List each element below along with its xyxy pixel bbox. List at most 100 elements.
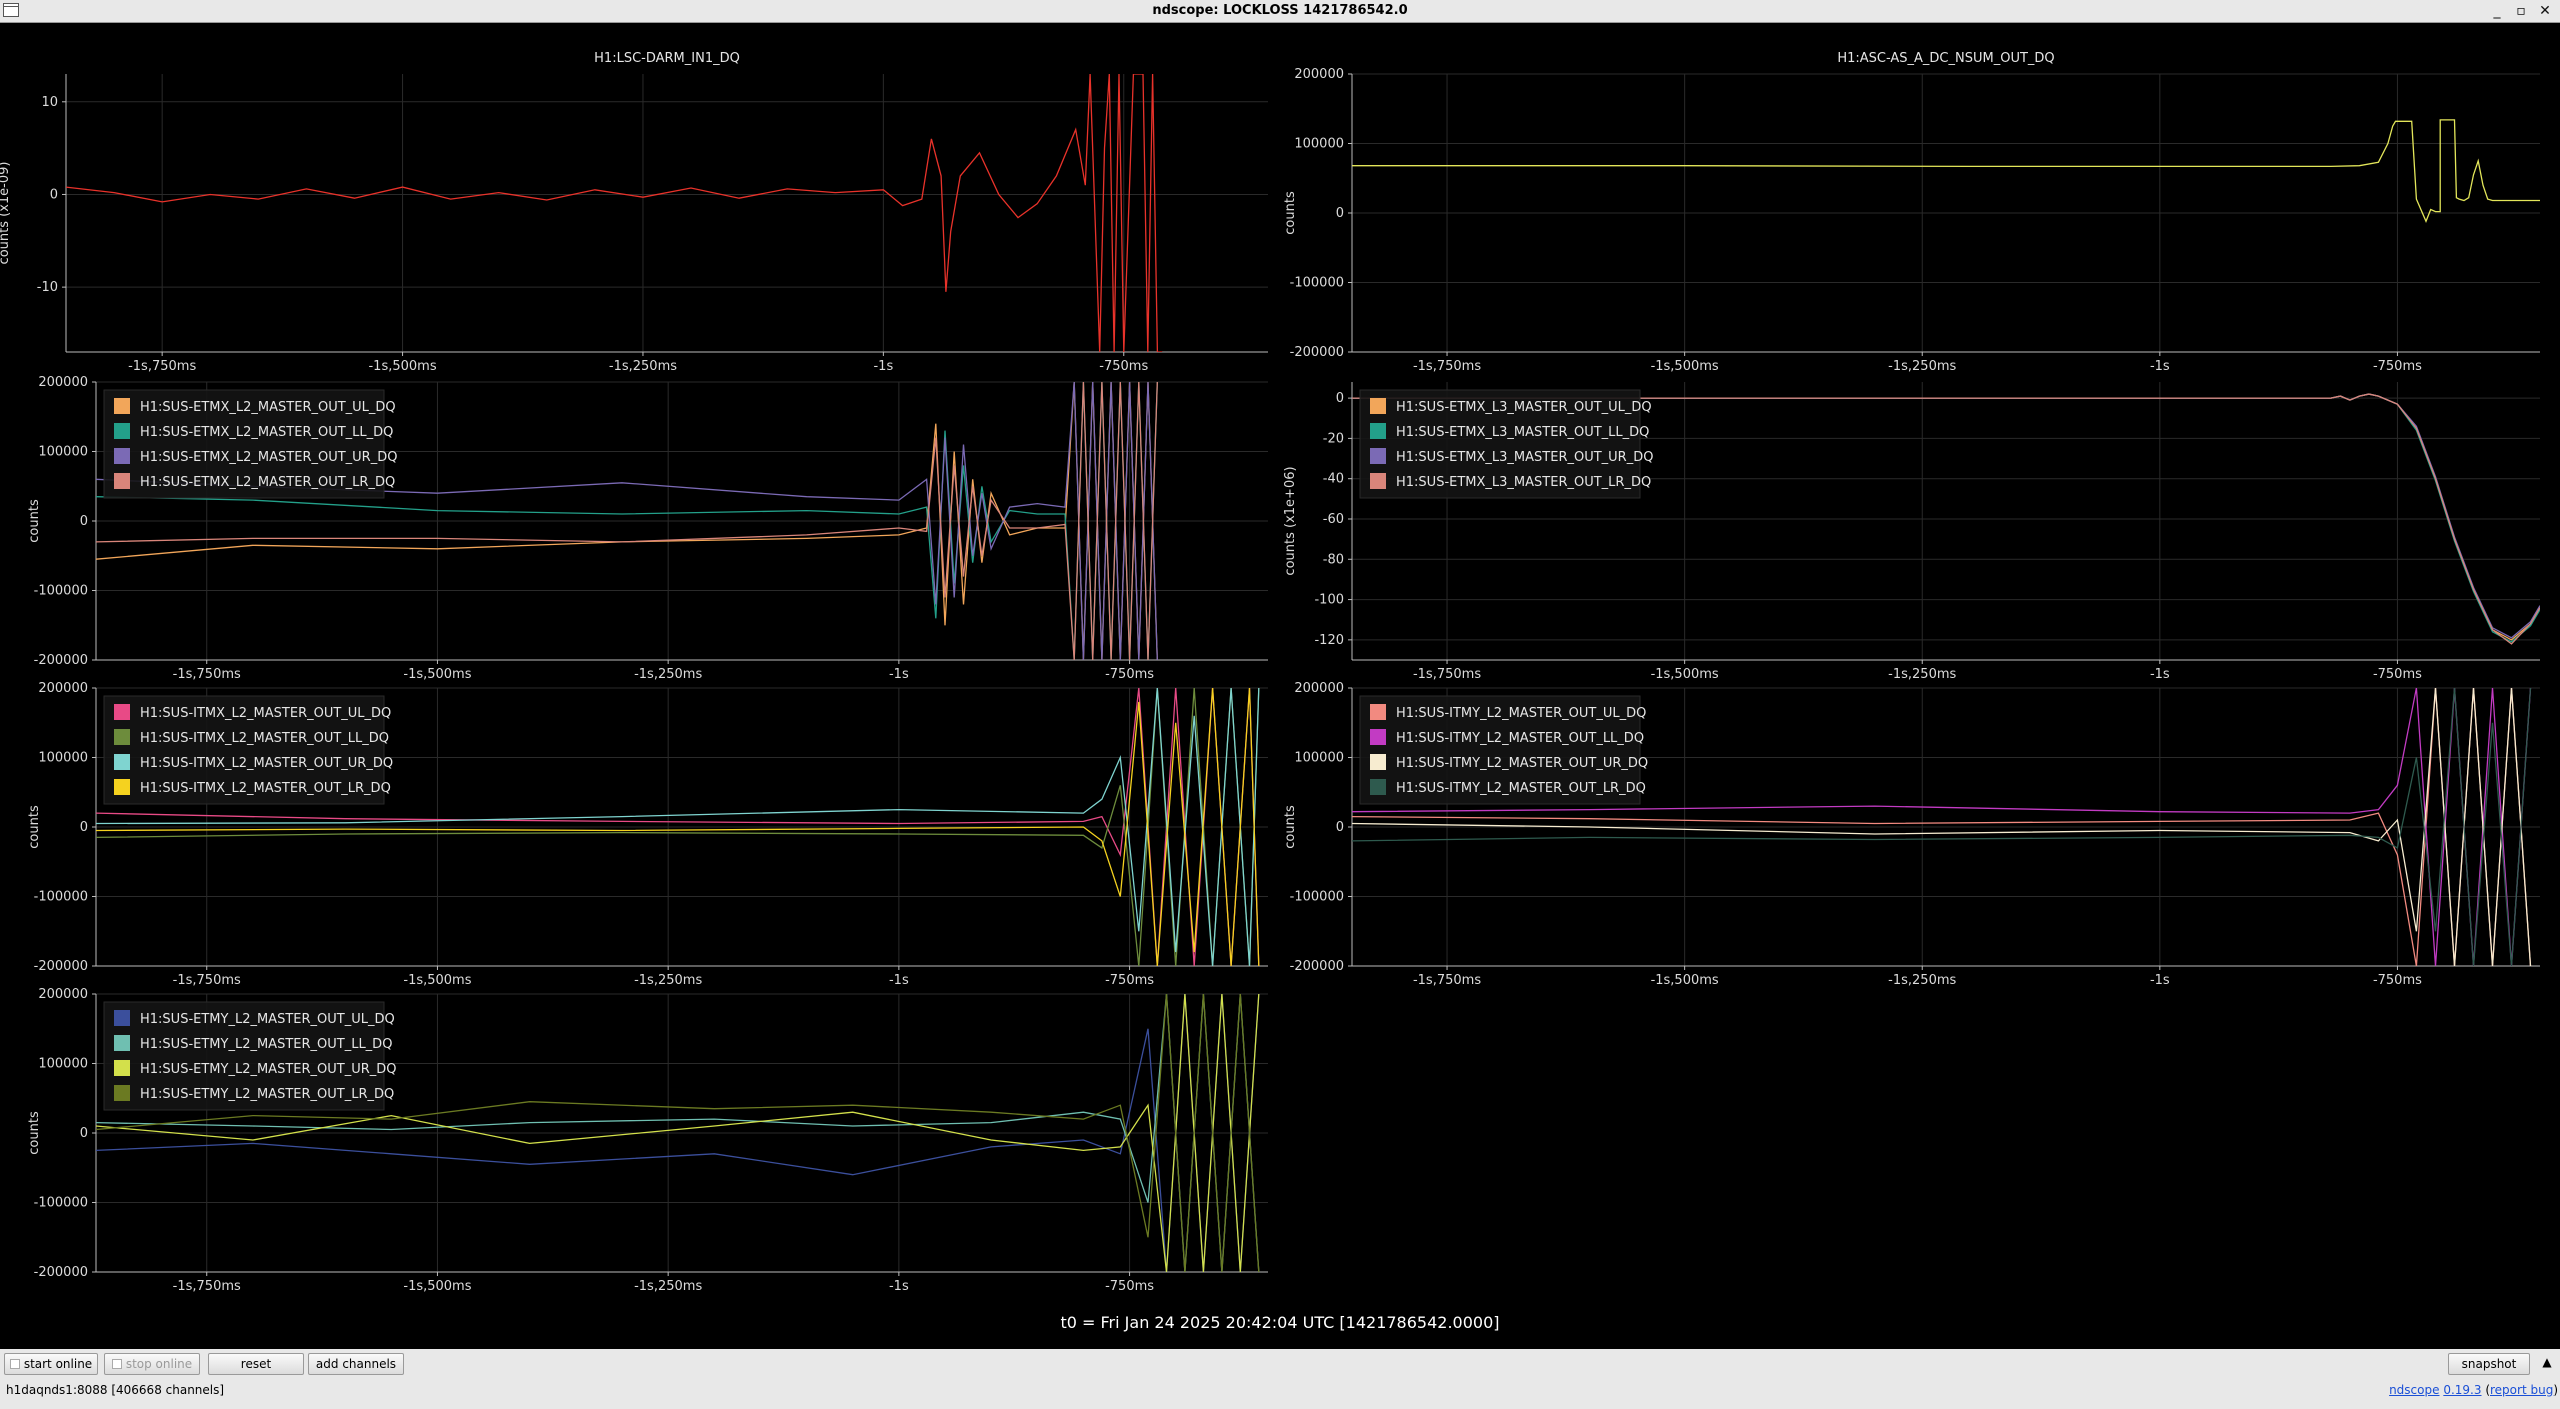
legend-swatch bbox=[1370, 423, 1386, 439]
x-tick-label: -1s,250ms bbox=[634, 973, 702, 988]
x-tick-label: -1s,250ms bbox=[609, 359, 677, 374]
legend-label: H1:SUS-ITMX_L2_MASTER_OUT_UR_DQ bbox=[140, 756, 393, 771]
legend-swatch bbox=[1370, 754, 1386, 770]
y-tick-label: 0 bbox=[80, 1126, 88, 1141]
y-tick-label: -100 bbox=[1314, 593, 1344, 608]
y-tick-label: -40 bbox=[1323, 472, 1344, 487]
x-tick-label: -1s,500ms bbox=[368, 359, 436, 374]
close-icon[interactable]: ✕ bbox=[2534, 0, 2556, 22]
plot-panel-4[interactable]: 0 -20 -40 -60 -80 -100 -120 -1s,750ms -1s,500ms -… bbox=[1283, 382, 2540, 682]
checkbox-icon bbox=[9, 1359, 20, 1369]
start-online-label: start online bbox=[23, 1357, 93, 1371]
legend-label: H1:SUS-ETMY_L2_MASTER_OUT_LL_DQ bbox=[140, 1037, 392, 1052]
x-tick-label: -1s,750ms bbox=[173, 667, 241, 682]
y-axis-label: counts bbox=[1283, 805, 1298, 849]
x-tick-label: -1s bbox=[889, 973, 909, 988]
x-tick-label: -1s,250ms bbox=[1888, 359, 1956, 374]
y-tick-label: -60 bbox=[1323, 512, 1344, 527]
x-tick-label: -750ms bbox=[2373, 667, 2422, 682]
legend-swatch bbox=[114, 779, 130, 795]
y-tick-label: -200000 bbox=[34, 653, 88, 668]
y-axis-label: counts (x1e-09) bbox=[0, 162, 12, 265]
y-tick-label: -100000 bbox=[34, 1196, 88, 1211]
x-tick-label: -750ms bbox=[1105, 667, 1154, 682]
legend-label: H1:SUS-ETMX_L2_MASTER_OUT_LL_DQ bbox=[140, 425, 393, 440]
x-tick-label: -1s,750ms bbox=[1413, 667, 1481, 682]
y-axis-label: counts bbox=[1283, 191, 1298, 235]
y-tick-label: 100000 bbox=[38, 751, 88, 766]
x-tick-label: -750ms bbox=[1105, 1279, 1154, 1294]
add-channels-button[interactable]: add channels bbox=[308, 1353, 404, 1375]
legend-label: H1:SUS-ETMX_L2_MASTER_OUT_UL_DQ bbox=[140, 400, 396, 415]
x-tick-label: -750ms bbox=[1105, 973, 1154, 988]
x-tick-label: -1s,500ms bbox=[1651, 973, 1719, 988]
snapshot-button[interactable]: snapshot bbox=[2448, 1353, 2530, 1375]
x-tick-label: -1s,750ms bbox=[128, 359, 196, 374]
legend-label: H1:SUS-ETMX_L3_MASTER_OUT_LL_DQ bbox=[1396, 425, 1649, 440]
y-tick-label: 100000 bbox=[38, 445, 88, 460]
legend-swatch bbox=[114, 423, 130, 439]
series-group bbox=[1352, 119, 2540, 223]
plot-area[interactable]: 10 0 -10 -1s,750ms -1s,500ms -1s,250ms -1s -750… bbox=[0, 22, 2560, 1322]
y-tick-label: 0 bbox=[1336, 206, 1344, 221]
ndscope-link[interactable]: ndscope bbox=[2389, 1383, 2439, 1397]
y-tick-label: 100000 bbox=[1294, 137, 1344, 152]
y-tick-label: 200000 bbox=[1294, 681, 1344, 696]
version-info: ndscope 0.19.3 (report bug) bbox=[2389, 1383, 2558, 1397]
y-tick-label: 200000 bbox=[38, 375, 88, 390]
plot-title: H1:ASC-AS_A_DC_NSUM_OUT_DQ bbox=[1837, 51, 2054, 66]
legend-swatch bbox=[1370, 779, 1386, 795]
y-tick-label: -100000 bbox=[1290, 890, 1344, 905]
y-axis-label: counts (x1e+06) bbox=[1283, 466, 1298, 575]
legend-label: H1:SUS-ITMY_L2_MASTER_OUT_LL_DQ bbox=[1396, 731, 1644, 746]
plot-panel-1[interactable]: 10 0 -10 -1s,750ms -1s,500ms -1s,250ms -1s -750… bbox=[0, 51, 1268, 374]
series-line-1 bbox=[66, 74, 1163, 352]
y-tick-label: -100000 bbox=[34, 890, 88, 905]
legend-label: H1:SUS-ETMY_L2_MASTER_OUT_UL_DQ bbox=[140, 1012, 395, 1027]
legend-label: H1:SUS-ITMY_L2_MASTER_OUT_UR_DQ bbox=[1396, 756, 1648, 771]
version-link[interactable]: 0.19.3 bbox=[2443, 1383, 2481, 1397]
report-bug-link[interactable]: report bug bbox=[2490, 1383, 2553, 1397]
server-status: h1daqnds1:8088 [406668 channels] bbox=[6, 1383, 225, 1397]
y-tick-label: 0 bbox=[80, 514, 88, 529]
reset-button[interactable]: reset bbox=[208, 1353, 304, 1375]
legend-label: H1:SUS-ETMY_L2_MASTER_OUT_LR_DQ bbox=[140, 1087, 394, 1102]
y-tick-label: -200000 bbox=[1290, 345, 1344, 360]
y-axis-label: counts bbox=[27, 805, 42, 849]
y-tick-label: 200000 bbox=[38, 681, 88, 696]
x-tick-label: -1s,750ms bbox=[173, 973, 241, 988]
collapse-up-icon[interactable]: ▲ bbox=[2538, 1353, 2556, 1371]
legend-swatch bbox=[114, 1085, 130, 1101]
y-tick-label: -200000 bbox=[1290, 959, 1344, 974]
y-tick-label: 200000 bbox=[1294, 67, 1344, 82]
y-tick-label: -100000 bbox=[1290, 276, 1344, 291]
plot-panel-7[interactable]: 200000 100000 0 -100000 -200000 -1s,750ms -1s,… bbox=[27, 987, 1268, 1294]
minimize-icon[interactable]: _ bbox=[2486, 0, 2508, 22]
plot-panel-6[interactable]: 200000 100000 0 -100000 -200000 -1s,750ms -1s,… bbox=[1283, 681, 2540, 988]
x-tick-label: -1s,500ms bbox=[403, 1279, 471, 1294]
legend-label: H1:SUS-ITMY_L2_MASTER_OUT_UL_DQ bbox=[1396, 706, 1646, 721]
legend-swatch bbox=[114, 1035, 130, 1051]
x-tick-label: -1s bbox=[889, 1279, 909, 1294]
legend-label: H1:SUS-ETMX_L3_MASTER_OUT_UR_DQ bbox=[1396, 450, 1653, 465]
x-tick-label: -1s bbox=[2150, 667, 2170, 682]
x-tick-label: -1s bbox=[889, 667, 909, 682]
x-tick-label: -1s,500ms bbox=[403, 667, 471, 682]
window-title: ndscope: LOCKLOSS 1421786542.0 bbox=[1152, 3, 1408, 18]
plot-panel-3[interactable]: 200000 100000 0 -100000 -200000 -1s,750ms -1s,… bbox=[27, 375, 1268, 682]
y-tick-label: -100000 bbox=[34, 584, 88, 599]
start-online-button[interactable]: start online bbox=[4, 1353, 98, 1375]
legend-label: H1:SUS-ITMY_L2_MASTER_OUT_LR_DQ bbox=[1396, 781, 1646, 796]
y-tick-label: -20 bbox=[1323, 431, 1344, 446]
x-tick-label: -750ms bbox=[2373, 359, 2422, 374]
y-tick-label: 100000 bbox=[38, 1057, 88, 1072]
checkbox-icon bbox=[111, 1359, 122, 1369]
x-tick-label: -1s,250ms bbox=[1888, 973, 1956, 988]
y-tick-label: 0 bbox=[1336, 391, 1344, 406]
x-tick-label: -1s,250ms bbox=[634, 667, 702, 682]
stop-online-button[interactable]: stop online bbox=[104, 1353, 200, 1375]
x-tick-label: -1s,250ms bbox=[634, 1279, 702, 1294]
plot-panel-5[interactable]: 200000 100000 0 -100000 -200000 -1s,750ms -1s,… bbox=[27, 681, 1268, 988]
plot-panel-2[interactable]: 200000 100000 0 -100000 -200000 -1s,750ms -1s,… bbox=[1283, 51, 2540, 374]
maximize-icon[interactable]: ▫ bbox=[2510, 0, 2532, 22]
